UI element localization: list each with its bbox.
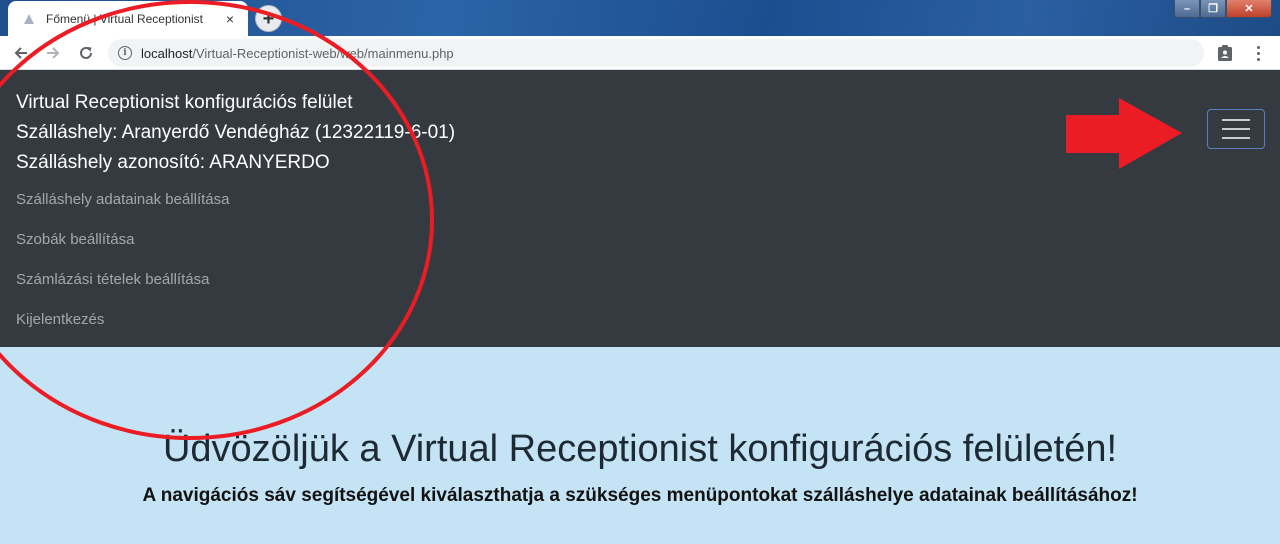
kebab-menu-icon[interactable] — [1250, 44, 1266, 62]
nav-link-room-settings[interactable]: Szobák beállítása — [16, 220, 229, 260]
favicon-icon — [22, 12, 36, 26]
nav-link-billing-items[interactable]: Számlázási tételek beállítása — [16, 260, 229, 300]
nav-link-logout[interactable]: Kijelentkezés — [16, 300, 229, 340]
browser-toolbar: i localhost/Virtual-Receptionist-web/web… — [0, 36, 1280, 70]
close-icon[interactable]: × — [222, 11, 238, 27]
window-controls: – ❐ ✕ — [1174, 0, 1272, 18]
brand-accommodation-id: Szálláshely azonosító: ARANYERDO — [16, 152, 330, 173]
page-subtitle: A navigációs sáv segítségével kiválaszth… — [142, 485, 1138, 506]
reload-icon[interactable] — [74, 41, 98, 65]
hamburger-icon[interactable] — [1207, 109, 1265, 149]
page-title: Üdvözöljük a Virtual Receptionist konfig… — [162, 428, 1118, 470]
tab-title: Főmenü | Virtual Receptionist — [46, 11, 203, 26]
plus-icon[interactable]: + — [255, 5, 282, 32]
address-bar[interactable]: i localhost/Virtual-Receptionist-web/web… — [108, 39, 1204, 67]
back-arrow-icon[interactable] — [9, 41, 33, 65]
extension-icon[interactable] — [1216, 44, 1234, 62]
url-text: localhost/Virtual-Receptionist-web/web/m… — [141, 45, 454, 61]
forward-arrow-icon[interactable] — [41, 41, 65, 65]
window-close-button[interactable]: ✕ — [1226, 0, 1272, 18]
nav-links: Szálláshely adatainak beállítása Szobák … — [16, 180, 229, 340]
browser-tab[interactable]: Főmenü | Virtual Receptionist × — [8, 1, 248, 36]
minimize-button[interactable]: – — [1174, 0, 1200, 18]
navbar-brand[interactable]: Virtual Receptionist konfigurációs felül… — [16, 88, 455, 178]
browser-titlebar: Főmenü | Virtual Receptionist × + – ❐ ✕ — [0, 0, 1280, 36]
brand-title: Virtual Receptionist konfigurációs felül… — [16, 92, 353, 113]
site-navbar: Virtual Receptionist konfigurációs felül… — [0, 70, 1280, 347]
brand-accommodation: Szálláshely: Aranyerdő Vendégház (123221… — [16, 122, 456, 143]
nav-link-accommodation-settings[interactable]: Szálláshely adatainak beállítása — [16, 180, 229, 220]
maximize-button[interactable]: ❐ — [1200, 0, 1226, 18]
info-icon[interactable]: i — [118, 46, 132, 60]
